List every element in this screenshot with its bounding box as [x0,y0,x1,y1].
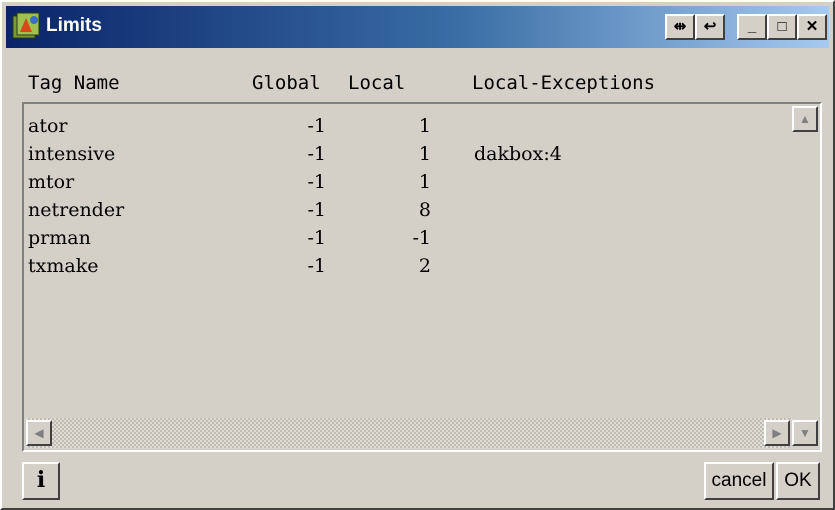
title-bar[interactable]: Limits ⇹ ↩ _ □ ✕ [6,6,829,48]
local-cell: 2 [418,255,431,277]
maximize-button[interactable]: □ [767,14,797,40]
limits-list[interactable]: ator -1 1 intensive -1 1 dakbox:4 mtor -… [22,102,822,452]
table-row[interactable]: intensive -1 1 dakbox:4 [26,140,796,168]
header-tag-name: Tag Name [28,72,120,94]
tag-cell: mtor [28,171,75,193]
vertical-scrollbar[interactable]: ▲ [792,106,818,418]
exceptions-cell: dakbox:4 [474,143,562,165]
restore-button[interactable]: ↩ [695,14,725,40]
table-row[interactable]: netrender -1 8 [26,196,796,224]
local-cell: 8 [418,199,431,221]
ok-button[interactable]: OK [776,462,820,500]
table-row[interactable]: prman -1 -1 [26,224,796,252]
local-cell: 1 [418,115,431,137]
global-cell: -1 [307,171,326,193]
global-cell: -1 [307,143,326,165]
global-cell: -1 [307,227,326,249]
window-title: Limits [46,15,102,36]
local-cell: -1 [412,227,431,249]
app-icon [12,12,40,39]
tag-cell: netrender [28,199,125,221]
table-row[interactable]: ator -1 1 [26,112,796,140]
pin-button[interactable]: ⇹ [665,14,695,40]
scroll-left-icon[interactable]: ◀ [26,420,52,446]
global-cell: -1 [307,199,326,221]
scroll-down-icon[interactable]: ▼ [792,420,818,446]
tag-cell: ator [28,115,68,137]
tag-cell: prman [28,227,91,249]
scroll-up-icon[interactable]: ▲ [792,106,818,132]
table-row[interactable]: mtor -1 1 [26,168,796,196]
cancel-button[interactable]: cancel [704,462,774,500]
horizontal-scrollbar[interactable]: ◀ ▶ [26,418,790,448]
local-cell: 1 [418,171,431,193]
header-local: Local [348,72,406,94]
scroll-right-icon[interactable]: ▶ [764,420,790,446]
tag-cell: intensive [28,143,116,165]
global-cell: -1 [307,255,326,277]
local-cell: 1 [418,143,431,165]
header-global: Global [252,72,321,94]
close-button[interactable]: ✕ [797,14,827,40]
table-row[interactable]: txmake -1 2 [26,252,796,280]
global-cell: -1 [307,115,326,137]
header-local-exceptions: Local-Exceptions [472,72,656,94]
minimize-button[interactable]: _ [737,14,767,40]
limits-window: Limits ⇹ ↩ _ □ ✕ Tag Name Global Local L… [0,0,835,510]
info-icon[interactable]: i [22,462,60,500]
tag-cell: txmake [28,255,99,277]
